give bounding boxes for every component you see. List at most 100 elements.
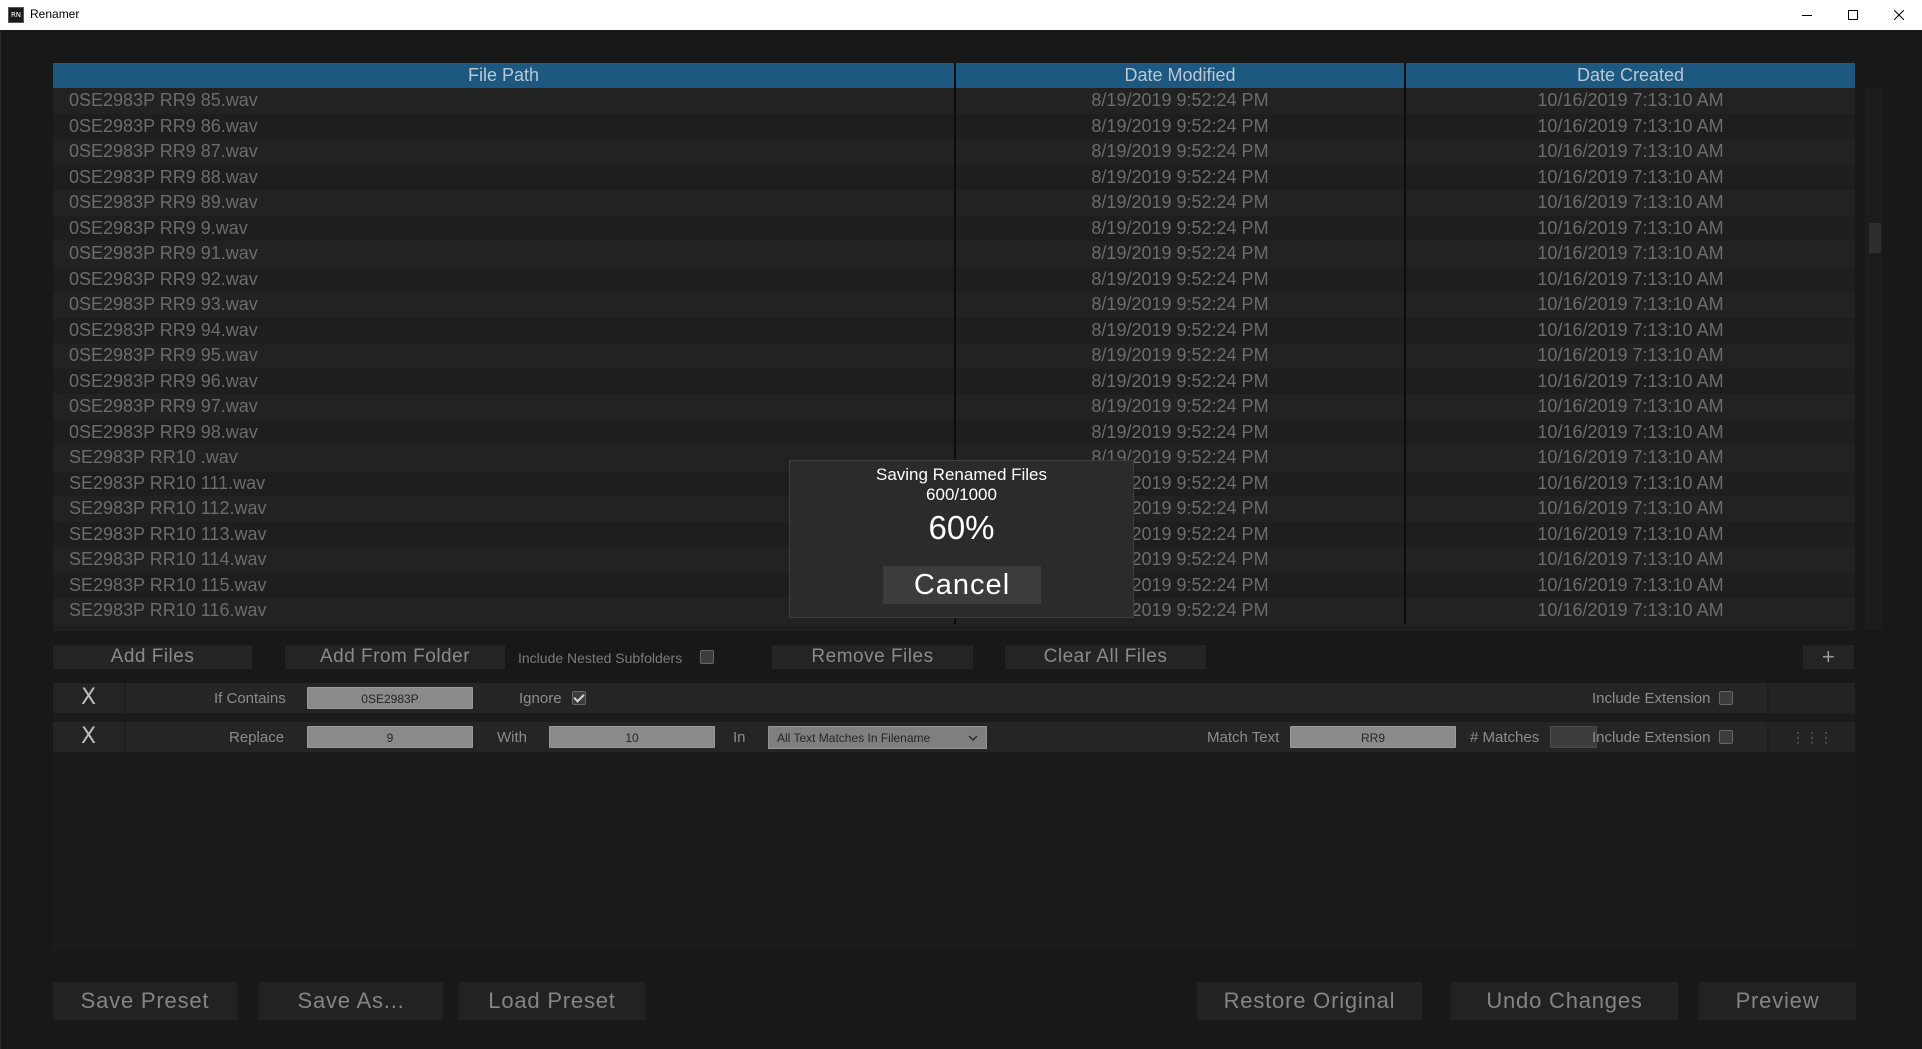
save-as-button[interactable]: Save As... (259, 982, 443, 1020)
date-created-cell: 10/16/2019 7:13:10 AM (1537, 217, 1724, 238)
add-files-button[interactable]: Add Files (53, 645, 252, 669)
table-row[interactable]: 0SE2983P RR9 94.wav 8/19/2019 9:52:24 PM 1… (53, 317, 1855, 343)
with-text-field[interactable]: 10 (549, 726, 715, 748)
minimize-icon[interactable] (1784, 0, 1830, 30)
file-path-cell: 0SE2983P RR9 93.wav (53, 292, 956, 318)
restore-original-button[interactable]: Restore Original (1197, 982, 1422, 1020)
date-modified-cell: 8/19/2019 9:52:24 PM (956, 113, 1406, 139)
chevron-down-icon (968, 735, 978, 741)
table-row[interactable]: 0SE2983P RR9 92.wav 8/19/2019 9:52:24 PM 1… (53, 266, 1855, 292)
contains-text-field[interactable]: 0SE2983P (307, 687, 473, 709)
maximize-icon[interactable] (1830, 0, 1876, 30)
table-row[interactable]: 0SE2983P RR9 85.wav 8/19/2019 9:52:24 PM 1… (53, 88, 1855, 114)
date-created-cell: 10/16/2019 7:13:10 AM (1537, 396, 1724, 416)
match-scope-value: All Text Matches In Filename (777, 731, 931, 745)
file-path-cell: 0SE2983P RR9 86.wav (53, 113, 956, 139)
add-rule-button[interactable]: + (1803, 645, 1854, 669)
table-scrollbar-thumb[interactable] (1869, 223, 1881, 253)
remove-files-button[interactable]: Remove Files (772, 645, 973, 669)
saving-progress-dialog: Saving Renamed Files 600/1000 60% Cancel (789, 460, 1134, 618)
table-row[interactable]: 0SE2983P RR9 95.wav 8/19/2019 9:52:24 PM 1… (53, 343, 1855, 369)
date-created-cell: 10/16/2019 7:13:10 AM (1537, 370, 1724, 391)
table-scrollbar[interactable] (1865, 88, 1883, 630)
file-path-cell: 0SE2983P RR9 98.wav (53, 419, 956, 445)
date-created-cell: 10/16/2019 7:13:10 AM (1537, 421, 1724, 442)
load-preset-button[interactable]: Load Preset (459, 982, 645, 1020)
date-modified-cell: 8/19/2019 9:52:24 PM (956, 317, 1406, 343)
date-created-cell: 10/16/2019 7:13:10 AM (1537, 472, 1724, 493)
file-path-cell: 0SE2983P RR9 95.wav (53, 343, 956, 369)
table-row[interactable]: 0SE2983P RR9 86.wav 8/19/2019 9:52:24 PM 1… (53, 113, 1855, 139)
with-label: With (497, 729, 527, 746)
rule-row-replace: X Replace 9 With 10 In All Text Matches … (53, 722, 1855, 752)
column-header-file-path[interactable]: File Path (53, 63, 956, 88)
undo-changes-button[interactable]: Undo Changes (1451, 982, 1678, 1020)
date-created-cell: 10/16/2019 7:13:10 AM (1537, 523, 1724, 544)
table-row[interactable]: 0SE2983P RR9 93.wav 8/19/2019 9:52:24 PM 1… (53, 292, 1855, 318)
include-extension-label: Include Extension (1592, 729, 1711, 746)
add-from-folder-button[interactable]: Add From Folder (285, 645, 505, 669)
clear-all-files-button[interactable]: Clear All Files (1005, 645, 1206, 669)
file-path-cell: 0SE2983P RR9 9.wav (53, 215, 956, 241)
save-preset-button[interactable]: Save Preset (53, 982, 237, 1020)
in-label: In (733, 729, 746, 746)
date-modified-cell: 8/19/2019 9:52:24 PM (956, 88, 1406, 114)
progress-count: 600/1000 (926, 485, 997, 504)
table-row[interactable]: 0SE2983P RR9 91.wav 8/19/2019 9:52:24 PM 1… (53, 241, 1855, 267)
file-path-cell: 0SE2983P RR9 87.wav (53, 139, 956, 165)
column-header-date-created[interactable]: Date Created (1406, 63, 1855, 88)
column-header-date-modified[interactable]: Date Modified (956, 63, 1406, 88)
date-created-cell: 10/16/2019 7:13:10 AM (1537, 243, 1724, 263)
date-created-cell: 10/16/2019 7:13:10 AM (1537, 141, 1724, 161)
rule-end-cell (1769, 683, 1855, 713)
cancel-button[interactable]: Cancel (883, 566, 1041, 604)
dialog-title: Saving Renamed Files (875, 465, 1048, 484)
rule-row-if-contains: X If Contains 0SE2983P Ignore Include Ex… (53, 683, 1855, 713)
drag-handle-icon[interactable]: ⋮⋮⋮ (1769, 722, 1855, 752)
date-created-cell: 10/16/2019 7:13:10 AM (1537, 166, 1724, 187)
table-row[interactable]: 0SE2983P RR9 89.wav 8/19/2019 9:52:24 PM 1… (53, 190, 1855, 216)
date-modified-cell: 8/19/2019 9:52:24 PM (956, 241, 1406, 267)
table-row[interactable]: 0SE2983P RR9 96.wav 8/19/2019 9:52:24 PM 1… (53, 368, 1855, 394)
date-created-cell: 10/16/2019 7:13:10 AM (1537, 115, 1724, 136)
rule-body: Replace 9 With 10 In All Text Matches In… (126, 722, 1767, 752)
match-text-field[interactable]: RR9 (1290, 726, 1456, 748)
rule-type-label[interactable]: If Contains (214, 690, 286, 707)
include-extension-checkbox[interactable] (1719, 730, 1733, 744)
rule-type-label[interactable]: Replace (229, 729, 284, 746)
app-icon: RN (8, 7, 24, 23)
table-row[interactable]: 0SE2983P RR9 9.wav 8/19/2019 9:52:24 PM 10… (53, 215, 1855, 241)
replace-text-field[interactable]: 9 (307, 726, 473, 748)
progress-percent: 60% (928, 509, 995, 546)
date-created-cell: 10/16/2019 7:13:10 AM (1537, 192, 1724, 212)
date-created-cell: 10/16/2019 7:13:10 AM (1537, 498, 1724, 518)
date-created-cell: 10/16/2019 7:13:10 AM (1537, 574, 1724, 595)
date-modified-cell: 8/19/2019 9:52:24 PM (956, 266, 1406, 292)
rule-body: If Contains 0SE2983P Ignore Include Exte… (126, 683, 1767, 713)
table-row[interactable]: 0SE2983P RR9 97.wav 8/19/2019 9:52:24 PM 1… (53, 394, 1855, 420)
file-path-cell: 0SE2983P RR9 97.wav (53, 394, 956, 420)
date-created-cell: 10/16/2019 7:13:10 AM (1537, 268, 1724, 289)
include-nested-checkbox[interactable] (700, 650, 714, 664)
table-row[interactable]: 0SE2983P RR9 98.wav 8/19/2019 9:52:24 PM 1… (53, 419, 1855, 445)
matches-label: # Matches (1470, 729, 1540, 746)
table-row[interactable]: 0SE2983P RR9 87.wav 8/19/2019 9:52:24 PM 1… (53, 139, 1855, 165)
preview-button[interactable]: Preview (1699, 982, 1856, 1020)
date-modified-cell: 8/19/2019 9:52:24 PM (956, 215, 1406, 241)
table-row[interactable]: 0SE2983P RR9 88.wav 8/19/2019 9:52:24 PM 1… (53, 164, 1855, 190)
remove-rule-button[interactable]: X (53, 722, 124, 752)
ignore-checkbox[interactable] (572, 691, 586, 705)
match-scope-select[interactable]: All Text Matches In Filename (768, 726, 987, 749)
date-created-cell: 10/16/2019 7:13:10 AM (1537, 600, 1724, 620)
ignore-label: Ignore (519, 690, 562, 707)
date-modified-cell: 8/19/2019 9:52:24 PM (956, 164, 1406, 190)
include-nested-label: Include Nested Subfolders (518, 650, 683, 666)
include-extension-checkbox[interactable] (1719, 691, 1733, 705)
date-modified-cell: 8/19/2019 9:52:24 PM (956, 139, 1406, 165)
date-created-cell: 10/16/2019 7:13:10 AM (1537, 549, 1724, 569)
remove-rule-button[interactable]: X (53, 683, 124, 713)
date-created-cell: 10/16/2019 7:13:10 AM (1537, 294, 1724, 314)
close-icon[interactable] (1876, 0, 1922, 30)
matches-count-field[interactable] (1550, 726, 1597, 748)
file-path-cell: 0SE2983P RR9 96.wav (53, 368, 956, 394)
